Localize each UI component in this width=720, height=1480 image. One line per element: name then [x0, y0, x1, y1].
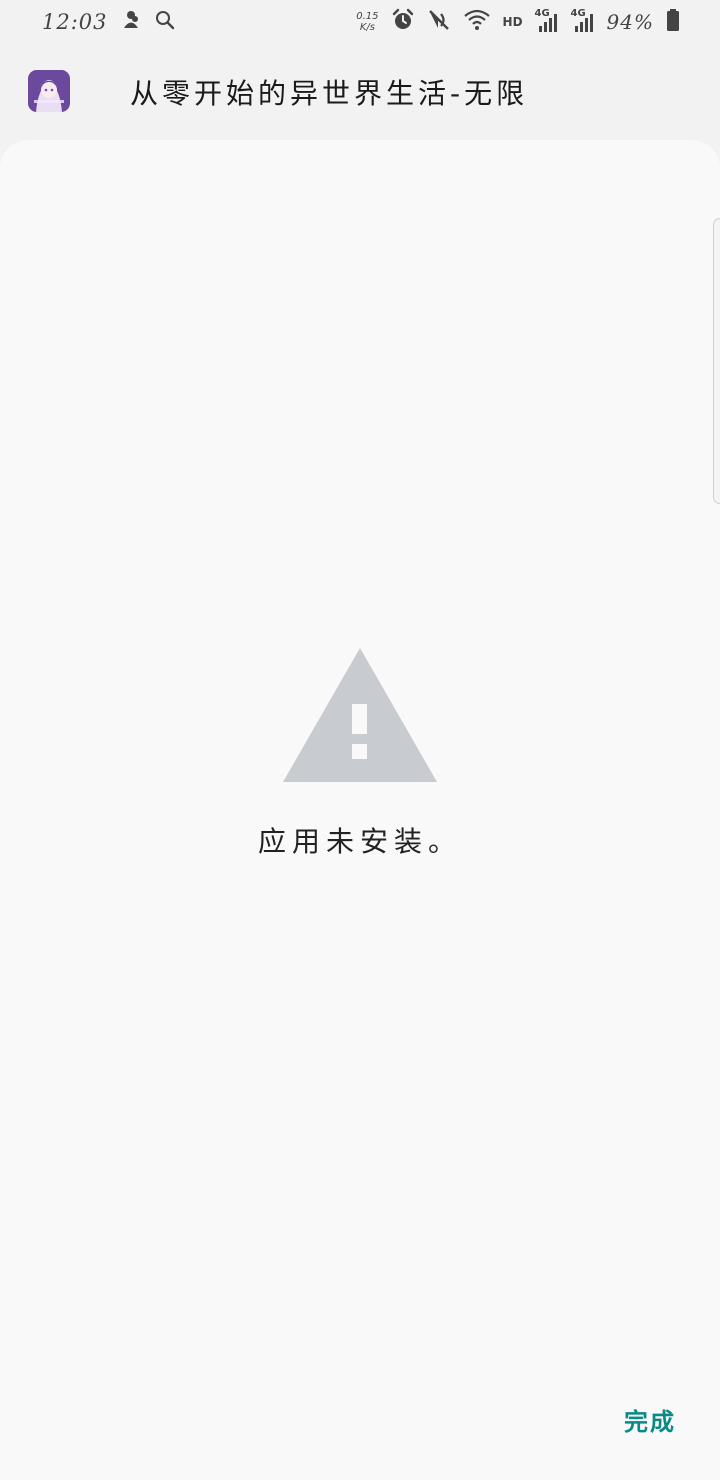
ghost-icon — [120, 9, 142, 35]
signal-icon: 4G — [535, 8, 559, 32]
battery-percent: 94% — [606, 10, 654, 34]
status-bar: 12:03 0.15 K/s HD 4G 4G 94% — [0, 0, 720, 44]
app-icon — [28, 70, 70, 112]
wifi-icon — [463, 8, 491, 36]
status-bar-left: 12:03 — [42, 9, 176, 35]
network-speed-value: 0.15 — [356, 11, 379, 22]
done-button[interactable]: 完成 — [624, 1402, 676, 1437]
battery-icon — [666, 8, 680, 36]
alarm-icon — [391, 8, 415, 36]
mute-icon — [427, 8, 451, 36]
hd-label: HD — [502, 15, 523, 29]
app-header: 从零开始的异世界生活-无限 — [0, 44, 720, 140]
edge-panel-handle[interactable] — [713, 218, 720, 504]
status-message: 应用未安装。 — [257, 825, 462, 858]
network-speed-unit: K/s — [359, 22, 375, 33]
signal-icon-2: 4G — [571, 8, 595, 32]
network-speed: 0.15 K/s — [356, 11, 378, 33]
status-time: 12:03 — [42, 10, 108, 34]
signal-label-1: 4G — [534, 8, 550, 19]
status-bar-right: 0.15 K/s HD 4G 4G 94% — [356, 8, 680, 36]
warning-icon — [283, 648, 437, 782]
content-card — [0, 140, 720, 1480]
search-icon — [154, 9, 176, 35]
signal-label-2: 4G — [570, 8, 586, 19]
app-title: 从零开始的异世界生活-无限 — [130, 77, 529, 110]
